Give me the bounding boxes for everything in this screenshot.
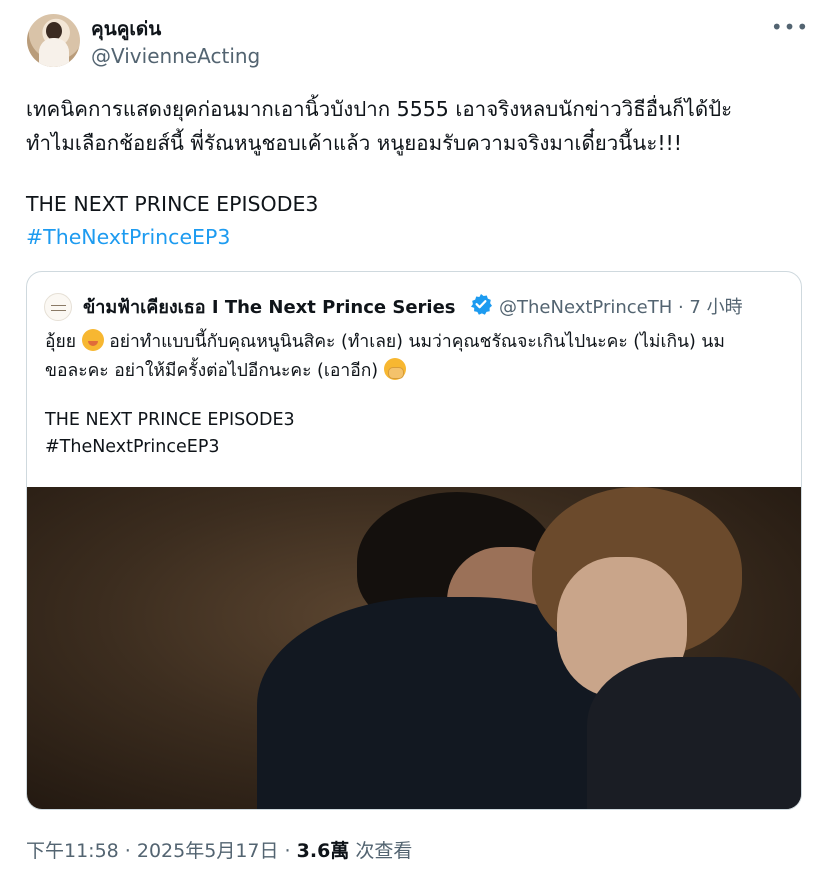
views-label: 次查看 — [349, 840, 413, 862]
more-icon[interactable]: ••• — [771, 14, 808, 40]
avatar-body — [39, 38, 69, 67]
quote-media-image[interactable] — [27, 487, 801, 809]
author-avatar[interactable] — [27, 14, 80, 67]
tweet-line-3: THE NEXT PRINCE EPISODE3 — [26, 192, 319, 216]
tweet-line-2: ทำไมเลือกช้อยส์นี้ พี่รัณหนูชอบเค้าแล้ว … — [26, 131, 682, 155]
views-count: 3.6萬 — [296, 840, 350, 862]
verified-badge-icon — [471, 294, 492, 315]
quote-body-line-2a: ขอละคะ อย่าให้มีครั้งต่อไปอีกนะคะ (เอาอี… — [45, 361, 379, 381]
tweet-timestamp-views: 下午11:58 · 2025年5月17日 · 3.6萬 次查看 — [26, 836, 412, 863]
tweet-time-date[interactable]: 下午11:58 · 2025年5月17日 · — [26, 840, 297, 862]
quote-body: อุ้ยย อย่าทำแบบนี้กับคุณหนูนินสิคะ (ทำเล… — [45, 328, 795, 386]
quoted-tweet-card[interactable]: ข้ามฟ้าเคียงเธอ I The Next Prince Series… — [26, 271, 802, 810]
hand-over-mouth-icon — [383, 358, 406, 380]
quote-body-line-1: อุ้ยย อย่าทำแบบนี้กับคุณหนูนินสิคะ (ทำเล… — [45, 328, 795, 357]
tweet-line-1: เทคนิคการแสดงยุคก่อนมากเอานิ้วบังปาก 555… — [26, 97, 733, 121]
media-right-figure-hoodie — [587, 657, 801, 809]
shy-face-icon — [81, 329, 104, 351]
quote-handle-time[interactable]: @TheNextPrinceTH · 7 小時 — [499, 293, 743, 319]
quote-display-name: ข้ามฟ้าเคียงเธอ I The Next Prince Series — [83, 297, 456, 318]
quote-body-line-1b: อย่าทำแบบนี้กับคุณหนูนินสิคะ (ทำเลย) นมว… — [109, 332, 725, 352]
author-handle[interactable]: @VivienneActing — [91, 44, 260, 68]
quote-body-line-1a: อุ้ยย — [45, 332, 77, 352]
tweet-hashtag[interactable]: #TheNextPrinceEP3 — [26, 225, 230, 249]
quote-body-line-2: ขอละคะ อย่าให้มีครั้งต่อไปอีกนะคะ (เอาอี… — [45, 357, 795, 386]
tweet-text: เทคนิคการแสดงยุคก่อนมากเอานิ้วบังปาก 555… — [26, 92, 806, 160]
author-display-name[interactable]: คุนคูเด่น — [91, 14, 161, 44]
quote-avatar — [44, 293, 72, 321]
quote-hashtag[interactable]: #TheNextPrinceEP3 — [45, 437, 220, 457]
quote-episode: THE NEXT PRINCE EPISODE3 — [45, 410, 295, 430]
